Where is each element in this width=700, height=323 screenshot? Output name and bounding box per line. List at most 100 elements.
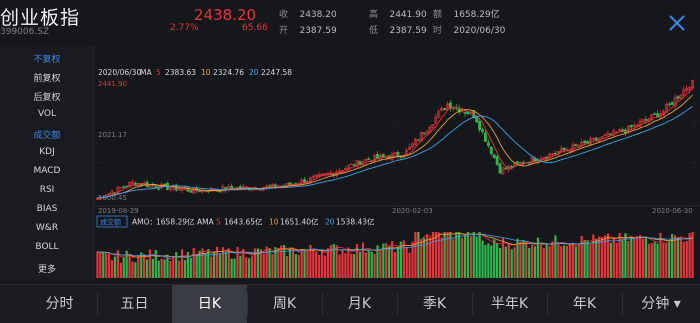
sidebar-item-boll[interactable]: BOLL [0, 242, 94, 252]
volume-bar [673, 235, 677, 278]
tab-yearly-k[interactable]: 年K [547, 285, 622, 323]
candle-body [504, 167, 508, 170]
volume-bar [96, 251, 99, 278]
candle-body [498, 163, 502, 174]
ma20-value: 2247.58 [261, 68, 292, 77]
volume-bar [586, 240, 589, 278]
candle-body [554, 152, 557, 155]
volume-bar [542, 248, 545, 278]
volume-bar [105, 253, 108, 278]
volume-bar [338, 254, 341, 278]
tab-daily-k[interactable]: 日K [172, 285, 247, 323]
quote-high: 高 2441.90 [369, 10, 427, 20]
candle-body [594, 137, 598, 141]
volume-bar [636, 236, 639, 278]
sidebar-item-vol[interactable]: VOL [0, 109, 94, 119]
volume-bar [627, 241, 630, 278]
volume-bar [364, 252, 367, 278]
candle-body [422, 132, 426, 134]
tab-monthly-k[interactable]: 月K [322, 285, 397, 323]
candle-body [376, 153, 379, 159]
volume-bar [268, 248, 271, 278]
candle-body [478, 120, 482, 130]
volume-bar [504, 246, 507, 278]
volume-bar [207, 249, 210, 278]
volume-bar [320, 250, 324, 278]
volume-bar [405, 247, 408, 278]
volume-bar [603, 235, 607, 278]
ama5-name: 5 [216, 218, 221, 227]
volume-bar [560, 246, 563, 278]
volume-bar [192, 247, 195, 278]
ma5-name: 5 [156, 68, 161, 77]
volume-bar [189, 257, 192, 278]
volume-bar [452, 238, 455, 278]
volume-bar [408, 252, 411, 278]
sidebar-item-macd[interactable]: MACD [0, 166, 94, 176]
sidebar-item-bias[interactable]: BIAS [0, 204, 94, 214]
volume-bar [180, 249, 184, 278]
volume-bar [110, 260, 114, 278]
candle-body [667, 103, 671, 105]
volume-bar [297, 254, 300, 278]
sidebar-item-forward-adjust[interactable]: 前复权 [0, 71, 94, 84]
tab-weekly-k[interactable]: 周K [247, 285, 322, 323]
volume-bar [676, 237, 680, 278]
ma5-value: 2383.63 [165, 68, 196, 77]
volume-bar [630, 236, 633, 278]
ama20-value: 1538.43亿 [336, 217, 375, 227]
sidebar-item-no-adjust[interactable]: 不复权 [0, 52, 94, 65]
volume-bar [487, 243, 490, 278]
ma10-value: 2324.76 [213, 68, 244, 77]
volume-bar [245, 257, 248, 278]
ama10-name: 10 [269, 218, 279, 227]
volume-bar [568, 244, 572, 278]
volume-bar [490, 245, 493, 278]
candle-body [163, 183, 166, 186]
volume-bar [522, 239, 525, 278]
close-icon[interactable] [666, 12, 688, 34]
sidebar-item-rsi[interactable]: RSI [0, 185, 94, 195]
volume-bar [417, 232, 420, 278]
candle-body [653, 113, 657, 115]
candle-body [644, 119, 648, 121]
candle-body [583, 140, 587, 144]
kline-chart[interactable]: 2020/06/30 MA 5 2383.63 10 2324.76 20 22… [94, 46, 700, 282]
volume-bar [122, 256, 125, 278]
tab-five-day[interactable]: 五日 [97, 285, 172, 323]
volume-bar [233, 258, 236, 278]
candle-body [629, 124, 633, 128]
volume-bar [577, 244, 580, 278]
volume-bar [131, 261, 134, 278]
volume-bar [128, 254, 131, 278]
volume-bar [592, 234, 595, 278]
sidebar-item-kdj[interactable]: KDJ [0, 147, 94, 157]
tab-half-year-k[interactable]: 半年K [472, 285, 547, 323]
volume-bar [688, 233, 691, 278]
volume-bar [641, 238, 645, 278]
volume-bar [665, 242, 668, 278]
volume-bar [204, 253, 207, 278]
tab-quarterly-k[interactable]: 季K [397, 285, 472, 323]
volume-bar [563, 245, 566, 278]
sidebar-item-wr[interactable]: W&R [0, 223, 94, 233]
volume-bar [178, 260, 181, 278]
volume-bar [682, 241, 685, 278]
volume-bar [472, 232, 475, 278]
sidebar-item-amount[interactable]: 成交额 [0, 128, 94, 141]
volume-bar [551, 241, 554, 278]
volume-bar [323, 255, 327, 278]
candle-body [125, 185, 129, 188]
volume-bar [402, 240, 405, 278]
volume-bar [449, 232, 452, 278]
tab-minute[interactable]: 分钟 ▾ [622, 285, 700, 323]
volume-bar [163, 259, 166, 278]
tab-intraday[interactable]: 分时 [22, 285, 97, 323]
volume-bar [344, 253, 347, 278]
sidebar-item-more[interactable]: 更多 [0, 262, 94, 275]
volume-bar [507, 243, 510, 278]
volume-bar [166, 254, 169, 278]
volume-bar [285, 256, 289, 278]
sidebar-item-backward-adjust[interactable]: 后复权 [0, 90, 94, 103]
volume-bar [633, 237, 636, 278]
